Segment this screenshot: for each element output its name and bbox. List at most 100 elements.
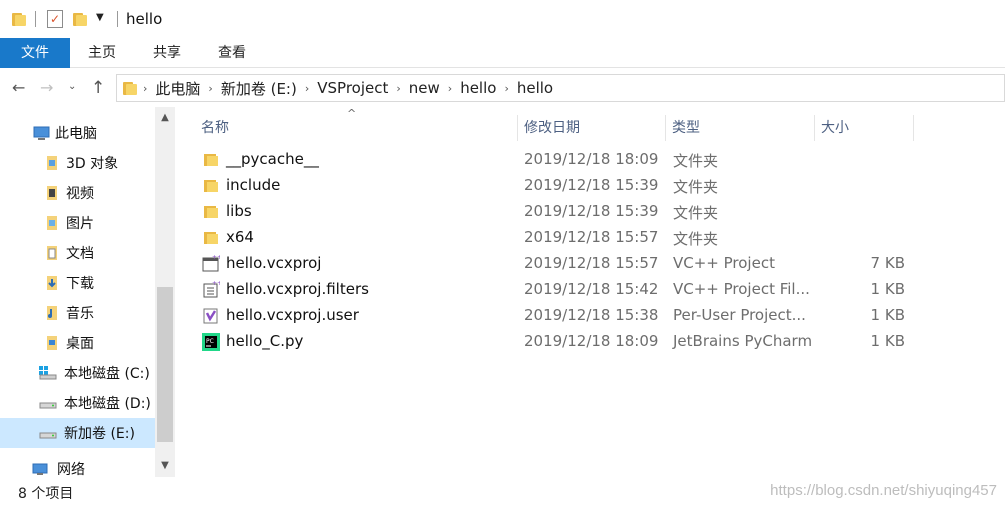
table-row[interactable]: x64 2019/12/18 15:57 文件夹 — [202, 225, 922, 251]
sidebar-item-drive-d[interactable]: 本地磁盘 (D:) — [0, 388, 155, 418]
folder-icon — [202, 229, 220, 247]
folder-icon — [202, 203, 220, 221]
folder-icon — [202, 151, 220, 169]
sidebar-item-label: 本地磁盘 (D:) — [64, 396, 151, 412]
breadcrumb-item[interactable]: hello — [460, 79, 496, 97]
recent-locations-icon[interactable]: ⌄ — [68, 81, 76, 92]
drive-icon — [38, 425, 58, 441]
file-size: 1 KB — [870, 306, 905, 324]
chevron-right-icon[interactable]: › — [208, 82, 212, 95]
file-date: 2019/12/18 15:57 — [524, 228, 659, 246]
sidebar-item-documents[interactable]: 文档 — [0, 238, 155, 268]
customize-quick-access-icon[interactable]: ▼ — [96, 12, 104, 23]
file-type: 文件夹 — [673, 178, 719, 196]
file-size: 1 KB — [870, 280, 905, 298]
chevron-right-icon[interactable]: › — [448, 82, 452, 95]
svg-text:PC: PC — [206, 338, 214, 345]
file-type: 文件夹 — [673, 230, 719, 248]
window-title: hello — [126, 10, 163, 28]
svg-text:++: ++ — [212, 255, 220, 261]
svg-text:++: ++ — [212, 281, 220, 287]
breadcrumb-item[interactable]: new — [409, 79, 440, 97]
scroll-down-icon[interactable]: ▼ — [155, 457, 175, 475]
sidebar-item-label: 下载 — [66, 276, 94, 292]
breadcrumb[interactable]: › 此电脑 › 新加卷 (E:) › VSProject › new › hel… — [116, 74, 1005, 102]
forward-arrow-icon[interactable]: → — [40, 78, 53, 97]
file-type: 文件夹 — [673, 204, 719, 222]
sidebar-item-desktop[interactable]: 桌面 — [0, 328, 155, 358]
watermark: https://blog.csdn.net/shiyuqing457 — [770, 482, 997, 499]
file-list: ^ 名称 修改日期 类型 大小 __pycache__ 2019/12/18 1… — [175, 107, 1005, 477]
file-type: Per-User Project... — [673, 306, 806, 324]
column-header-type[interactable]: 类型 — [666, 115, 815, 141]
breadcrumb-item[interactable]: 新加卷 (E:) — [221, 78, 297, 99]
breadcrumb-item[interactable]: hello — [517, 79, 553, 97]
sidebar-item-video[interactable]: 视频 — [0, 178, 155, 208]
table-row[interactable]: hello.vcxproj.user 2019/12/18 15:38 Per-… — [202, 303, 922, 329]
file-date: 2019/12/18 15:39 — [524, 202, 659, 220]
chevron-right-icon[interactable]: › — [504, 82, 508, 95]
folder-icon — [12, 8, 26, 30]
new-folder-icon[interactable] — [73, 8, 87, 30]
file-name: x64 — [226, 228, 254, 246]
scroll-up-icon[interactable]: ▲ — [155, 109, 175, 127]
folder-icon — [202, 177, 220, 195]
sidebar-item-music[interactable]: 音乐 — [0, 298, 155, 328]
sidebar-item-pictures[interactable]: 图片 — [0, 208, 155, 238]
table-row[interactable]: PC hello_C.py 2019/12/18 18:09 JetBrains… — [202, 329, 922, 355]
tab-view[interactable]: 查看 — [204, 38, 260, 68]
file-type: JetBrains PyCharm — [673, 332, 813, 350]
file-date: 2019/12/18 15:57 — [524, 254, 659, 272]
divider — [35, 11, 36, 27]
chevron-right-icon[interactable]: › — [396, 82, 400, 95]
file-size: 1 KB — [870, 332, 905, 350]
file-name: __pycache__ — [226, 150, 319, 168]
pycharm-icon: PC — [202, 333, 220, 351]
file-type: 文件夹 — [673, 152, 719, 170]
back-arrow-icon[interactable]: ← — [12, 78, 25, 97]
up-arrow-icon[interactable]: ↑ — [91, 78, 105, 98]
table-row[interactable]: ++ hello.vcxproj.filters 2019/12/18 15:4… — [202, 277, 922, 303]
sidebar-item-label: 3D 对象 — [66, 156, 119, 172]
table-row[interactable]: include 2019/12/18 15:39 文件夹 — [202, 173, 922, 199]
breadcrumb-item[interactable]: VSProject — [317, 79, 388, 97]
visual-studio-icon — [202, 307, 220, 325]
column-header-name[interactable]: 名称 — [195, 115, 518, 141]
file-name: hello.vcxproj — [226, 254, 322, 272]
table-row[interactable]: __pycache__ 2019/12/18 18:09 文件夹 — [202, 147, 922, 173]
sidebar-item-label: 文档 — [66, 246, 94, 262]
chevron-right-icon[interactable]: › — [305, 82, 309, 95]
title-bar: ✓ ▼ hello — [0, 0, 1005, 38]
file-size: 7 KB — [870, 254, 905, 272]
file-name: libs — [226, 202, 252, 220]
column-header-size[interactable]: 大小 — [815, 115, 914, 141]
file-name: hello.vcxproj.user — [226, 306, 359, 324]
tab-file[interactable]: 文件 — [0, 38, 70, 68]
tab-home[interactable]: 主页 — [74, 38, 130, 68]
network-icon — [31, 461, 51, 477]
table-row[interactable]: libs 2019/12/18 15:39 文件夹 — [202, 199, 922, 225]
status-bar: 8 个项目 https://blog.csdn.net/shiyuqing457 — [0, 477, 1005, 509]
address-bar-area: ← → ⌄ ↑ › 此电脑 › 新加卷 (E:) › VSProject › n… — [0, 69, 1005, 107]
sidebar-item-3d-objects[interactable]: 3D 对象 — [0, 148, 155, 178]
sidebar-scrollbar[interactable]: ▲ ▼ — [155, 107, 175, 477]
breadcrumb-item[interactable]: 此电脑 — [155, 78, 200, 99]
sidebar-item-this-pc[interactable]: 此电脑 — [0, 118, 155, 148]
properties-icon[interactable]: ✓ — [47, 10, 63, 28]
pictures-icon — [44, 215, 60, 231]
sidebar-item-label: 网络 — [57, 462, 85, 478]
downloads-icon — [44, 275, 60, 291]
scroll-thumb[interactable] — [157, 287, 173, 442]
tab-share[interactable]: 共享 — [139, 38, 195, 68]
chevron-right-icon[interactable]: › — [143, 82, 147, 95]
table-row[interactable]: ++ hello.vcxproj 2019/12/18 15:57 VC++ P… — [202, 251, 922, 277]
sidebar-item-drive-c[interactable]: 本地磁盘 (C:) — [0, 358, 155, 388]
file-type: VC++ Project Fil... — [673, 280, 810, 298]
desktop-icon — [44, 335, 60, 351]
sidebar-item-label: 此电脑 — [55, 126, 97, 142]
file-type: VC++ Project — [673, 254, 775, 272]
sidebar-item-drive-e[interactable]: 新加卷 (E:) — [0, 418, 155, 448]
sidebar-item-downloads[interactable]: 下载 — [0, 268, 155, 298]
video-icon — [44, 185, 60, 201]
column-header-date[interactable]: 修改日期 — [518, 115, 666, 141]
